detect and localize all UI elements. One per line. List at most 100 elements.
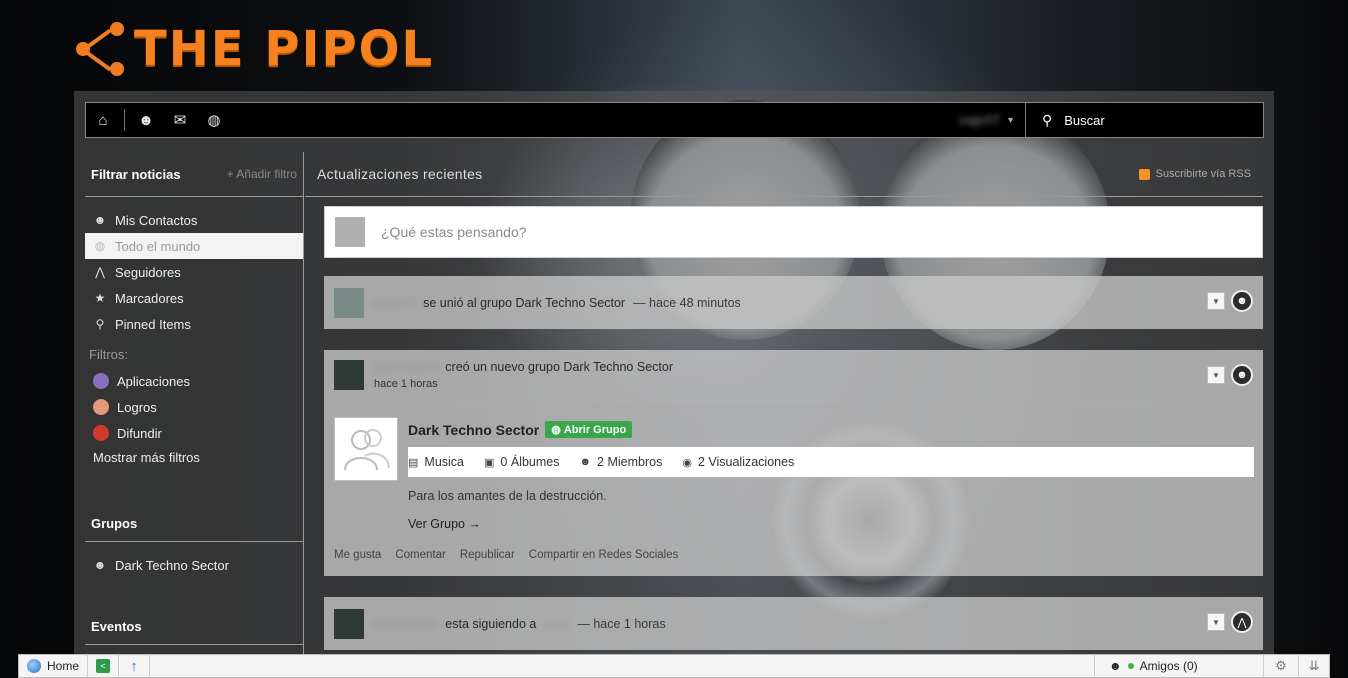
user-menu[interactable]: cogoXT ▼	[959, 113, 1025, 127]
avatar[interactable]	[334, 360, 364, 390]
rss-link[interactable]: Suscribirte vía RSS	[1138, 168, 1251, 180]
star-icon: ★	[94, 291, 106, 305]
sidebar-item-bookmarks[interactable]: ★ Marcadores	[85, 285, 303, 311]
sidebar-item-label: Pinned Items	[115, 316, 191, 332]
status-composer[interactable]	[324, 206, 1263, 258]
filters-label: Filtros:	[89, 347, 128, 362]
friends-label: Amigos (0)	[1139, 659, 1198, 673]
username: cogoXT	[958, 113, 1001, 127]
group-albums: ▣ 0 Álbumes	[484, 455, 559, 469]
bottom-bar: Home < ↑ ☻ Amigos (0) ⚙ ⇊	[18, 654, 1330, 678]
mail-icon[interactable]: ✉	[163, 103, 197, 137]
sidebar-item-followers[interactable]: ⋀ Seguidores	[85, 259, 303, 285]
feed-title: Actualizaciones recientes	[317, 166, 483, 182]
sidebar-item-contacts[interactable]: ☻ Mis Contactos	[85, 207, 303, 233]
search-input[interactable]	[1062, 111, 1237, 129]
user-icon[interactable]: ☻	[129, 103, 163, 137]
search-box[interactable]: ⚲	[1025, 103, 1263, 137]
globe-icon: ◍	[94, 239, 106, 253]
home-button[interactable]: Home	[19, 654, 89, 678]
share-link[interactable]: Compartir en Redes Sociales	[529, 549, 679, 561]
sidebar-filter-achievements[interactable]: Logros	[85, 394, 303, 420]
group-description: Para los amantes de la destrucción.	[408, 489, 607, 503]
feed-text: esta siguiendo a	[445, 616, 537, 631]
sidebar-filter-broadcast[interactable]: Difundir	[85, 420, 303, 446]
sidebar-item-label: Mis Contactos	[115, 212, 198, 228]
avatar	[335, 217, 365, 247]
brand-name: THE PIPOL	[134, 21, 435, 77]
sidebar-item-label: Aplicaciones	[117, 373, 190, 389]
sidebar-item-label: Marcadores	[115, 290, 184, 306]
open-group-label: Abrir Grupo	[563, 423, 627, 436]
sidebar-item-label: Dark Techno Sector	[115, 557, 229, 573]
globe-icon	[27, 659, 41, 673]
image-icon: ▣	[484, 456, 495, 469]
friends-button[interactable]: ☻ Amigos (0)	[1094, 654, 1264, 678]
more-filters-link[interactable]: Mostrar más filtros	[85, 446, 303, 469]
sidebar-divider	[303, 152, 304, 678]
online-status-icon	[1127, 663, 1134, 669]
chevron-down-icon[interactable]: ▼	[1207, 292, 1225, 310]
feed-user[interactable]: cogoXT	[372, 296, 415, 310]
home-icon[interactable]: ⌂	[86, 103, 120, 137]
add-filter-link[interactable]: + Añadir filtro	[227, 167, 297, 181]
like-link[interactable]: Me gusta	[334, 549, 381, 561]
sidebar-item-label: Logros	[117, 399, 157, 415]
groups-header: Grupos	[85, 505, 303, 542]
chevron-down-icon[interactable]: ▼	[1207, 613, 1225, 631]
feed-target-user[interactable]: xxxx	[544, 617, 569, 631]
feed-text: se unió al grupo Dark Techno Sector	[423, 295, 626, 310]
sidebar-item-everyone[interactable]: ◍ Todo el mundo	[85, 233, 303, 259]
feed-time: hace 1 horas	[374, 378, 438, 390]
globe-icon: ◍	[551, 424, 561, 436]
sidebar-item-label: Difundir	[117, 425, 162, 441]
sidebar-filter-apps[interactable]: Aplicaciones	[85, 368, 303, 394]
logo-network-icon	[76, 22, 128, 76]
collapse-button[interactable]: ⇊	[1299, 654, 1329, 678]
share-icon: <	[96, 659, 111, 673]
pin-icon: ⚲	[95, 317, 105, 331]
settings-button[interactable]: ⚙	[1264, 654, 1299, 678]
sidebar-group-item[interactable]: ☻ Dark Techno Sector	[85, 552, 303, 578]
group-placeholder-icon	[344, 429, 390, 471]
group-preview: Dark Techno Sector ◍ Abrir Grupo ▤ Musica…	[324, 406, 1263, 561]
user-icon: ☻	[93, 213, 107, 227]
feed-user[interactable]: Mercoveme	[374, 360, 439, 374]
brand-logo[interactable]: THE PIPOL	[76, 22, 434, 76]
sidebar: Filtrar noticias + Añadir filtro ☻ Mis C…	[85, 152, 304, 678]
share-button[interactable]: <	[88, 654, 120, 678]
news-feed: Actualizaciones recientes Suscribirte ví…	[305, 152, 1263, 678]
sidebar-item-pinned[interactable]: ⚲ Pinned Items	[85, 311, 303, 337]
globe-icon[interactable]: ◍	[197, 103, 231, 137]
feed-header: Actualizaciones recientes Suscribirte ví…	[305, 152, 1263, 197]
feed-time: — hace 1 horas	[577, 616, 666, 631]
gear-icon: ⚙	[1275, 658, 1287, 673]
events-header: Eventos	[85, 608, 303, 645]
open-group-button[interactable]: ◍ Abrir Grupo	[545, 421, 633, 438]
comment-link[interactable]: Comentar	[395, 549, 446, 561]
user-icon: ☻	[1109, 659, 1122, 673]
scroll-top-button[interactable]: ↑	[119, 654, 151, 678]
rss-icon	[1138, 168, 1150, 180]
repost-link[interactable]: Republicar	[460, 549, 515, 561]
database-icon: ▤	[408, 456, 419, 469]
group-title: Dark Techno Sector ◍ Abrir Grupo	[408, 421, 633, 438]
rss-label: Suscribirte vía RSS	[1155, 168, 1251, 180]
search-icon: ⚲	[1042, 111, 1053, 128]
avatar[interactable]	[334, 287, 364, 318]
feed-item: cogoXT se unió al grupo Dark Techno Sect…	[324, 276, 1263, 329]
avatar[interactable]	[334, 608, 364, 639]
broadcast-icon	[93, 425, 109, 441]
sidebar-item-label: Todo el mundo	[115, 238, 201, 254]
eye-icon: ◉	[682, 456, 692, 469]
filter-header: Filtrar noticias + Añadir filtro	[85, 152, 303, 197]
chevron-down-icon[interactable]: ▼	[1207, 366, 1225, 384]
feed-user[interactable]: Mercoveme	[372, 617, 437, 631]
group-name[interactable]: Dark Techno Sector	[408, 422, 539, 438]
category-label: Musica	[424, 455, 464, 469]
group-thumbnail[interactable]	[334, 417, 398, 481]
status-input[interactable]	[379, 223, 1083, 241]
view-group-link[interactable]: Ver Grupo →	[408, 517, 481, 531]
user-icon: ☻	[579, 456, 592, 468]
sidebar-item-label: Seguidores	[115, 264, 181, 280]
